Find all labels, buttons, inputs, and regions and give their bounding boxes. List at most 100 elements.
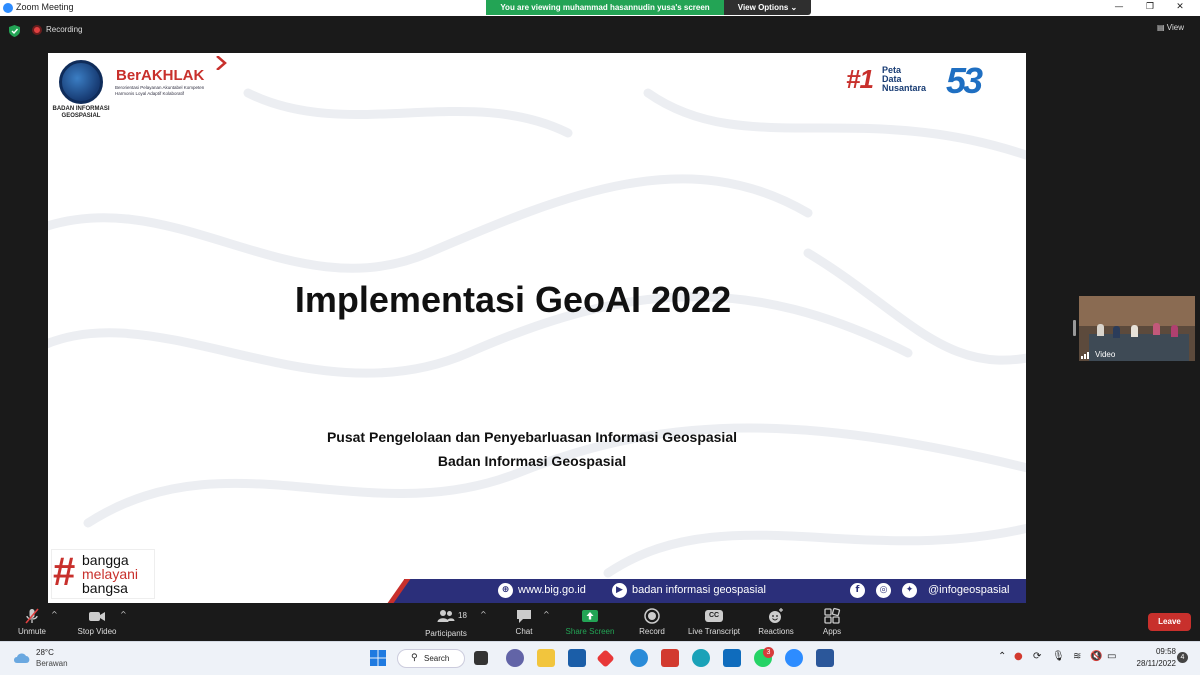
berakhlak-logo: BerAKHLAK [116, 67, 205, 84]
record-label: Record [639, 627, 665, 636]
video-camera-icon [89, 612, 105, 621]
cloud-weather-icon[interactable] [12, 651, 32, 664]
recording-label: Recording [46, 25, 83, 34]
participants-button[interactable]: 18 Participants [420, 604, 472, 638]
clock-time[interactable]: 09:58 [1144, 647, 1176, 656]
facebook-icon: f [850, 583, 865, 598]
participants-options-caret[interactable]: ^ [480, 610, 487, 619]
app-blue-circle-icon[interactable] [630, 649, 648, 667]
slide-subtitle-1: Pusat Pengelolaan dan Penyebarluasan Inf… [326, 429, 738, 445]
reactions-button[interactable]: Reactions [755, 604, 797, 636]
anniversary-logo: 53 [946, 60, 983, 101]
microsoft-store-icon[interactable] [568, 649, 586, 667]
chat-button[interactable]: Chat [508, 604, 540, 636]
slide-title: Implementasi GeoAI 2022 [294, 279, 732, 320]
view-label: View [1166, 23, 1184, 32]
chat-bubble-icon [517, 610, 531, 623]
task-view-icon[interactable] [474, 651, 488, 665]
taskbar-search[interactable]: ⚲ Search [397, 649, 465, 668]
encryption-shield-icon[interactable] [9, 25, 20, 37]
clock-date[interactable]: 28/11/2022 [1128, 659, 1176, 668]
participants-icon [437, 610, 455, 622]
web-icon: ⊕ [498, 583, 513, 598]
restore-button[interactable]: ❐ [1140, 1, 1160, 14]
view-button[interactable]: ▤ View [1157, 23, 1184, 32]
participants-label: Participants [425, 629, 467, 638]
footer-youtube: badan informasi geospasial [632, 584, 766, 596]
bangga-hash: # [53, 550, 76, 594]
microphone-tray-icon[interactable]: 🎙 [1052, 651, 1065, 662]
big-logo-icon [59, 60, 103, 104]
outlook-icon[interactable] [723, 649, 741, 667]
audio-options-caret[interactable]: ^ [51, 610, 58, 619]
thumbnail-person [1131, 325, 1138, 337]
chat-label: Chat [515, 627, 533, 636]
share-screen-icon [582, 610, 598, 622]
berakhlak-tagline: Berorientasi Pelayanan Akuntabel Kompete… [115, 85, 204, 97]
footer-social-handle: @infogeospasial [928, 584, 1010, 596]
viewing-banner: You are viewing muhammad hasannudin yusa… [486, 0, 724, 15]
peta-line-3: Nusantara [882, 83, 927, 93]
record-button[interactable]: Record [635, 604, 669, 636]
unmute-label: Unmute [17, 627, 46, 636]
close-button[interactable]: ✕ [1170, 1, 1190, 14]
youtube-icon: ▶ [612, 583, 627, 598]
participants-count: 18 [458, 611, 467, 620]
twitter-icon: ✦ [902, 583, 917, 598]
meeting-top-strip [0, 16, 1200, 44]
taskbar-search-label: Search [424, 654, 450, 663]
leave-button[interactable]: Leave [1148, 613, 1191, 631]
bangga-melayani-logo: # bangga melayani bangsa [51, 549, 155, 599]
thumbnail-person [1113, 326, 1120, 338]
view-options-button[interactable]: View Options ⌄ [724, 0, 811, 15]
apps-icon [824, 607, 841, 624]
file-explorer-icon[interactable] [537, 649, 555, 667]
sync-tray-icon[interactable]: ⟳ [1033, 651, 1041, 662]
peta-hash: #1 [846, 64, 874, 94]
thumbnail-person [1153, 323, 1160, 335]
shared-screen-slide: BADAN INFORMASI GEOSPASIAL BerAKHLAK Ber… [48, 53, 1026, 603]
whatsapp-badge: 3 [763, 647, 774, 658]
footer-website: www.big.go.id [518, 584, 586, 596]
apps-label: Apps [822, 627, 842, 636]
teams-chat-icon[interactable] [506, 649, 524, 667]
unmute-button[interactable]: Unmute [14, 604, 50, 636]
mcafee-icon[interactable] [661, 649, 679, 667]
stop-video-button[interactable]: Stop Video [74, 604, 120, 636]
windows-start-icon[interactable] [369, 649, 387, 667]
wifi-icon[interactable]: ≋ [1073, 651, 1081, 662]
bangga-line-1: bangga [82, 552, 129, 568]
thumbnail-drag-handle[interactable] [1073, 320, 1076, 336]
minimize-button[interactable]: — [1109, 1, 1129, 14]
muted-microphone-icon [25, 608, 39, 624]
bangga-line-3: bangsa [82, 580, 128, 596]
show-hidden-icons-caret[interactable]: ⌃ [998, 651, 1006, 662]
contour-background [48, 88, 1026, 578]
zoom-app-icon[interactable] [785, 649, 803, 667]
live-transcript-button[interactable]: CC Live Transcript [684, 604, 744, 636]
battery-icon[interactable]: ▭ [1107, 651, 1116, 662]
big-logo-text: BADAN INFORMASI GEOSPASIAL [52, 106, 110, 119]
closed-caption-icon: CC [705, 610, 723, 622]
chat-options-caret[interactable]: ^ [543, 610, 550, 619]
edge-browser-icon[interactable] [692, 649, 710, 667]
antivirus-tray-icon[interactable]: ● [1014, 651, 1023, 662]
bangga-line-2: melayani [82, 566, 139, 582]
search-icon: ⚲ [411, 653, 418, 663]
weather-temperature[interactable]: 28°C [36, 648, 54, 657]
thumbnail-person [1097, 324, 1104, 336]
notification-count-badge[interactable]: 4 [1177, 652, 1188, 663]
instagram-icon: ◎ [876, 583, 891, 598]
apps-button[interactable]: Apps [818, 604, 846, 636]
video-options-caret[interactable]: ^ [120, 610, 127, 619]
word-icon[interactable] [816, 649, 834, 667]
closed-caption-icon-text: CC [708, 612, 720, 619]
share-screen-label: Share Screen [565, 627, 615, 636]
weather-description[interactable]: Berawan [36, 659, 68, 668]
speaker-muted-icon[interactable]: 🔇 [1090, 651, 1102, 662]
berakhlak-tagline-2: Harmonis Loyal Adaptif Kolaboratif [115, 91, 185, 96]
stop-video-label: Stop Video [77, 627, 117, 636]
share-screen-button[interactable]: Share Screen [563, 604, 617, 636]
record-icon [644, 608, 660, 624]
thumbnail-wall [1079, 296, 1195, 326]
